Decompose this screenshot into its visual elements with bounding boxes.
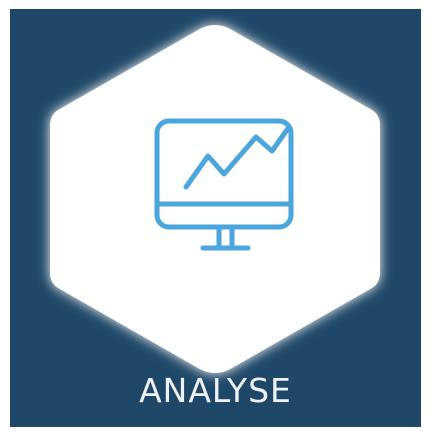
tile-label: ANALYSE <box>139 371 292 410</box>
analyse-tile[interactable]: ANALYSE <box>10 9 421 427</box>
hexagon-badge <box>50 25 380 373</box>
hexagon-shape <box>50 25 380 373</box>
